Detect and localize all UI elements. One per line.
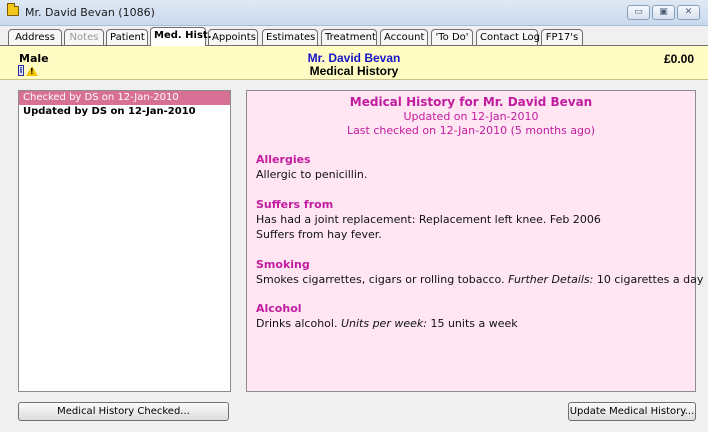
tab-to-do[interactable]: 'To Do': [431, 29, 473, 45]
alcohol-description: Drinks alcohol.: [256, 317, 338, 330]
medical-history-checked-button[interactable]: Medical History Checked...: [18, 402, 229, 421]
smoking-text: Smokes cigarrettes, cigars or rolling to…: [256, 273, 703, 286]
tab-appoints[interactable]: Appoints: [208, 29, 258, 45]
history-list[interactable]: Checked by DS on 12-Jan-2010 Updated by …: [18, 90, 231, 392]
smoking-heading: Smoking: [256, 258, 310, 271]
update-medical-history-button[interactable]: Update Medical History...: [568, 402, 696, 421]
suffers-heading: Suffers from: [256, 198, 334, 211]
patient-name: Mr. David Bevan: [307, 51, 401, 65]
close-button[interactable]: ✕: [677, 5, 700, 20]
detail-updated: Updated on 12-Jan-2010: [403, 110, 539, 123]
smoking-details-value: 10 cigarettes a day: [596, 273, 704, 286]
window-title: Mr. David Bevan (1086): [25, 6, 155, 19]
allergies-heading: Allergies: [256, 153, 311, 166]
tab-address[interactable]: Address: [8, 29, 62, 45]
folder-icon: [7, 3, 19, 16]
tab-estimates[interactable]: Estimates: [262, 29, 318, 45]
tab-strip: Address Notes Patient Med. Hist. Appoint…: [0, 27, 708, 46]
tab-contact-log[interactable]: Contact Log: [476, 29, 540, 45]
tab-notes[interactable]: Notes: [64, 29, 104, 45]
detail-last-checked: Last checked on 12-Jan-2010 (5 months ag…: [346, 124, 596, 137]
list-item[interactable]: Checked by DS on 12-Jan-2010: [19, 91, 230, 105]
medical-history-detail: Medical History for Mr. David Bevan Upda…: [246, 90, 703, 392]
account-balance: £0.00: [663, 52, 694, 66]
suffers-line-1: Has had a joint replacement: Replacement…: [256, 213, 601, 226]
alcohol-units-value: 15 units a week: [430, 317, 518, 330]
list-item[interactable]: Updated by DS on 12-Jan-2010: [19, 105, 230, 119]
alcohol-text: Drinks alcohol. Units per week: 15 units…: [256, 317, 518, 330]
alcohol-heading: Alcohol: [256, 302, 302, 315]
suffers-line-2: Suffers from hay fever.: [256, 228, 382, 241]
tab-account[interactable]: Account: [380, 29, 428, 45]
window-controls: ▭ ▣ ✕: [627, 5, 700, 20]
maximize-button[interactable]: ▣: [652, 5, 675, 20]
allergies-text: Allergic to penicillin.: [256, 168, 368, 181]
smoking-details-label: Further Details:: [508, 273, 594, 286]
patient-info-bar: Male i Mr. David Bevan Medical History £…: [0, 46, 708, 80]
tab-patient[interactable]: Patient: [106, 29, 148, 45]
alcohol-units-label: Units per week:: [340, 317, 427, 330]
title-bar: Mr. David Bevan (1086) ▭ ▣ ✕: [0, 0, 708, 26]
section-title: Medical History: [309, 64, 399, 78]
minimize-button[interactable]: ▭: [627, 5, 650, 20]
detail-title: Medical History for Mr. David Bevan: [349, 95, 593, 109]
tab-treatment[interactable]: Treatment: [321, 29, 377, 45]
tab-fp17s[interactable]: FP17's: [541, 29, 583, 45]
smoking-description: Smokes cigarrettes, cigars or rolling to…: [256, 273, 505, 286]
tab-med-hist[interactable]: Med. Hist.: [150, 27, 212, 46]
